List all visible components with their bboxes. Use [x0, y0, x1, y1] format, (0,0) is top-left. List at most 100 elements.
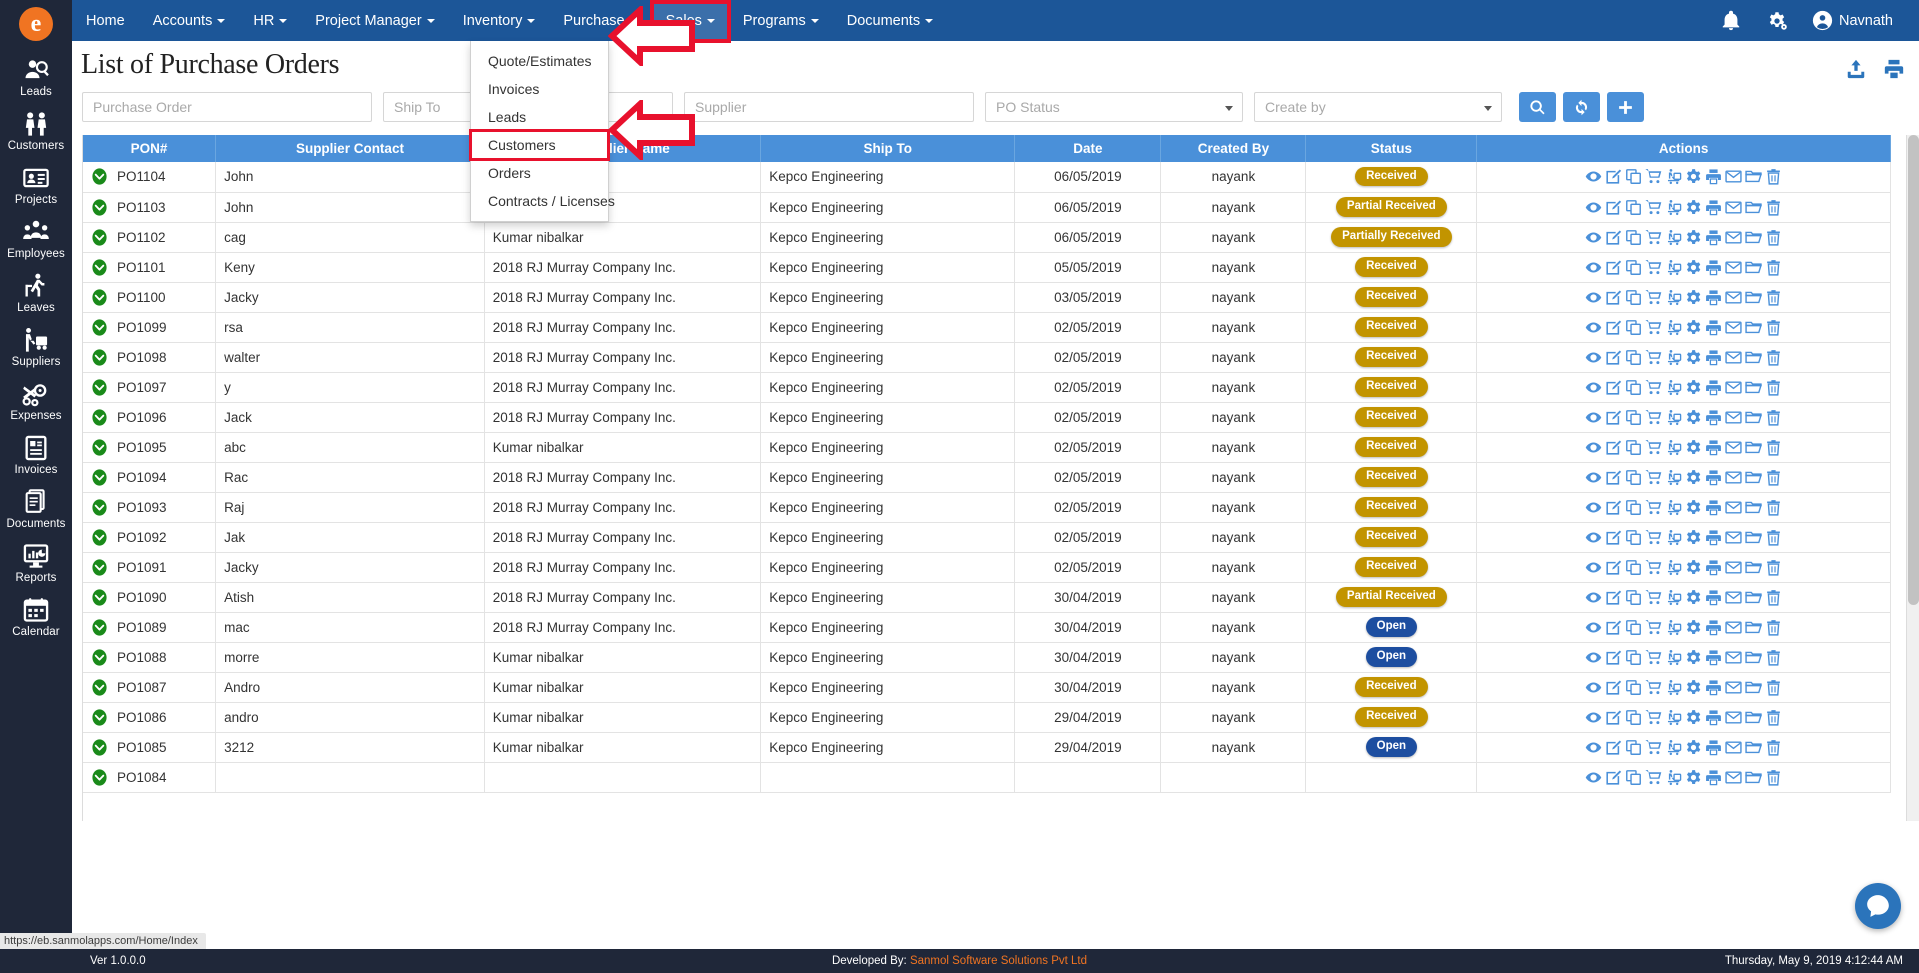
- view-icon[interactable]: [1585, 619, 1602, 636]
- mail-icon[interactable]: [1725, 589, 1742, 606]
- delivery-icon[interactable]: [1665, 769, 1682, 786]
- folder-icon[interactable]: [1745, 168, 1763, 185]
- delivery-icon[interactable]: [1665, 529, 1682, 546]
- delete-icon[interactable]: [1765, 349, 1782, 366]
- settings-icon[interactable]: [1685, 168, 1702, 185]
- mail-icon[interactable]: [1725, 679, 1742, 696]
- print-icon[interactable]: [1705, 199, 1722, 216]
- edit-icon[interactable]: [1605, 469, 1622, 486]
- nav-item-hr[interactable]: HR: [239, 0, 301, 41]
- status-check-icon[interactable]: [91, 558, 108, 576]
- column-header-ship-to[interactable]: Ship To: [760, 135, 1016, 162]
- print-icon[interactable]: [1705, 649, 1722, 666]
- delete-icon[interactable]: [1765, 168, 1782, 185]
- view-icon[interactable]: [1585, 168, 1602, 185]
- folder-icon[interactable]: [1745, 619, 1763, 636]
- view-icon[interactable]: [1585, 259, 1602, 276]
- status-check-icon[interactable]: [91, 378, 108, 396]
- status-check-icon[interactable]: [91, 648, 108, 666]
- table-row[interactable]: PO1093 Raj 2018 RJ Murray Company Inc. Kepc…: [83, 492, 1891, 523]
- edit-icon[interactable]: [1605, 739, 1622, 756]
- mail-icon[interactable]: [1725, 259, 1742, 276]
- print-icon[interactable]: [1705, 289, 1722, 306]
- settings-icon[interactable]: [1685, 499, 1702, 516]
- column-header-status[interactable]: Status: [1305, 135, 1478, 162]
- print-icon[interactable]: [1705, 379, 1722, 396]
- copy-icon[interactable]: [1625, 409, 1642, 426]
- cart-icon[interactable]: [1645, 289, 1662, 306]
- table-row[interactable]: PO1090 Atish 2018 RJ Murray Company Inc. Ke…: [83, 582, 1891, 613]
- folder-icon[interactable]: [1745, 739, 1763, 756]
- edit-icon[interactable]: [1605, 259, 1622, 276]
- settings-icon[interactable]: [1685, 319, 1702, 336]
- purchase-order-input[interactable]: [82, 92, 372, 122]
- view-icon[interactable]: [1585, 319, 1602, 336]
- delivery-icon[interactable]: [1665, 349, 1682, 366]
- delivery-icon[interactable]: [1665, 289, 1682, 306]
- settings-icon[interactable]: [1685, 769, 1702, 786]
- edit-icon[interactable]: [1605, 349, 1622, 366]
- print-icon[interactable]: [1705, 529, 1722, 546]
- delete-icon[interactable]: [1765, 739, 1782, 756]
- delivery-icon[interactable]: [1665, 469, 1682, 486]
- status-check-icon[interactable]: [91, 468, 108, 486]
- folder-icon[interactable]: [1745, 199, 1763, 216]
- table-row[interactable]: PO1104JohnKumar nibalkarKepco Engineerin…: [83, 162, 1891, 193]
- cart-icon[interactable]: [1645, 439, 1662, 456]
- print-icon[interactable]: [1705, 229, 1722, 246]
- menu-item-orders[interactable]: Orders: [471, 159, 608, 187]
- print-icon[interactable]: [1883, 58, 1905, 80]
- edit-icon[interactable]: [1605, 619, 1622, 636]
- nav-item-accounts[interactable]: Accounts: [139, 0, 240, 41]
- sidebar-item-reports[interactable]: Reports: [0, 534, 72, 588]
- table-row[interactable]: PO1084: [83, 762, 1891, 793]
- table-row[interactable]: PO1089 mac 2018 RJ Murray Company Inc. Kepc…: [83, 612, 1891, 643]
- status-check-icon[interactable]: [91, 408, 108, 426]
- delete-icon[interactable]: [1765, 199, 1782, 216]
- settings-icon[interactable]: [1685, 409, 1702, 426]
- cart-icon[interactable]: [1645, 679, 1662, 696]
- print-icon[interactable]: [1705, 619, 1722, 636]
- view-icon[interactable]: [1585, 739, 1602, 756]
- edit-icon[interactable]: [1605, 409, 1622, 426]
- view-icon[interactable]: [1585, 409, 1602, 426]
- mail-icon[interactable]: [1725, 499, 1742, 516]
- delivery-icon[interactable]: [1665, 559, 1682, 576]
- mail-icon[interactable]: [1725, 619, 1742, 636]
- delete-icon[interactable]: [1765, 769, 1782, 786]
- print-icon[interactable]: [1705, 679, 1722, 696]
- delivery-icon[interactable]: [1665, 229, 1682, 246]
- settings-icon[interactable]: [1685, 229, 1702, 246]
- delete-icon[interactable]: [1765, 499, 1782, 516]
- cart-icon[interactable]: [1645, 469, 1662, 486]
- copy-icon[interactable]: [1625, 709, 1642, 726]
- view-icon[interactable]: [1585, 289, 1602, 306]
- copy-icon[interactable]: [1625, 259, 1642, 276]
- copy-icon[interactable]: [1625, 649, 1642, 666]
- cart-icon[interactable]: [1645, 769, 1662, 786]
- delete-icon[interactable]: [1765, 589, 1782, 606]
- edit-icon[interactable]: [1605, 168, 1622, 185]
- settings-icon[interactable]: [1685, 739, 1702, 756]
- copy-icon[interactable]: [1625, 168, 1642, 185]
- copy-icon[interactable]: [1625, 199, 1642, 216]
- folder-icon[interactable]: [1745, 349, 1763, 366]
- mail-icon[interactable]: [1725, 409, 1742, 426]
- view-icon[interactable]: [1585, 559, 1602, 576]
- delivery-icon[interactable]: [1665, 619, 1682, 636]
- settings-icon[interactable]: [1685, 199, 1702, 216]
- mail-icon[interactable]: [1725, 229, 1742, 246]
- view-icon[interactable]: [1585, 589, 1602, 606]
- print-icon[interactable]: [1705, 769, 1722, 786]
- cart-icon[interactable]: [1645, 649, 1662, 666]
- edit-icon[interactable]: [1605, 289, 1622, 306]
- scrollbar-thumb[interactable]: [1908, 135, 1919, 605]
- cart-icon[interactable]: [1645, 739, 1662, 756]
- status-check-icon[interactable]: [91, 438, 108, 456]
- view-icon[interactable]: [1585, 199, 1602, 216]
- settings-icon[interactable]: [1685, 619, 1702, 636]
- folder-icon[interactable]: [1745, 409, 1763, 426]
- column-header-created-by[interactable]: Created By: [1160, 135, 1307, 162]
- nav-item-sales[interactable]: Sales: [651, 0, 729, 41]
- cart-icon[interactable]: [1645, 559, 1662, 576]
